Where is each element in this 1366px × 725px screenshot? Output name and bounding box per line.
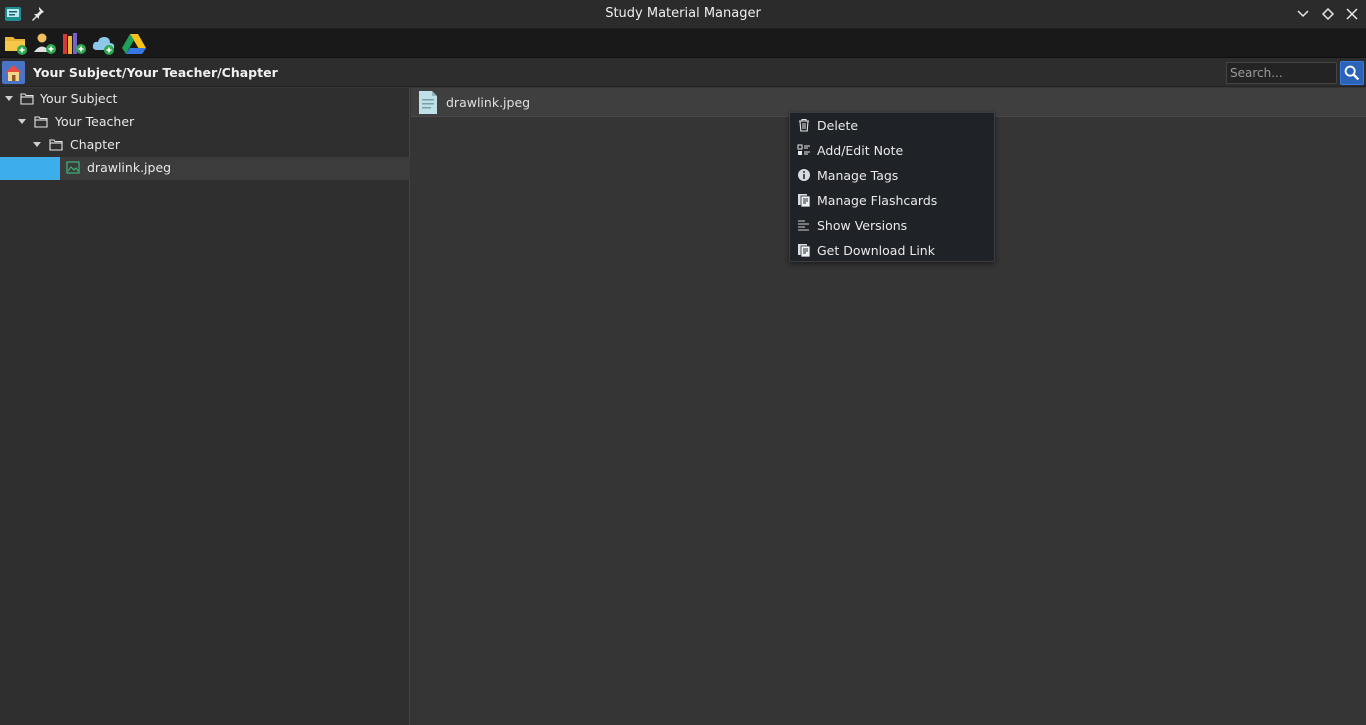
menu-item-manage-flashcards[interactable]: Manage Flashcards <box>790 188 994 213</box>
document-icon <box>419 91 437 114</box>
search-icon <box>1344 65 1360 81</box>
library-icon[interactable] <box>61 31 87 57</box>
title-bar: Study Material Manager <box>0 0 1366 29</box>
tree-item-label: drawlink.jpeg <box>87 160 172 175</box>
versions-icon <box>798 220 809 231</box>
main-toolbar <box>0 29 1366 58</box>
maximize-icon[interactable] <box>1320 6 1336 22</box>
breadcrumb: Your Subject/Your Teacher/Chapter <box>33 65 278 80</box>
tree-item-label: Your Subject <box>40 91 118 106</box>
close-icon[interactable] <box>1344 6 1360 22</box>
cloud-upload-icon[interactable] <box>91 31 117 57</box>
menu-item-delete[interactable]: Delete <box>790 113 994 138</box>
tree-item-label: Chapter <box>70 137 120 152</box>
home-button[interactable] <box>2 61 25 84</box>
tree-item-label: Your Teacher <box>55 114 135 129</box>
menu-item-manage-tags[interactable]: Manage Tags <box>790 163 994 188</box>
google-drive-icon[interactable] <box>121 31 147 57</box>
tree-item-your-subject[interactable]: Your Subject <box>0 88 410 111</box>
download-link-icon <box>798 244 811 257</box>
menu-item-label: Show Versions <box>817 218 908 233</box>
menu-item-label: Delete <box>817 118 859 133</box>
menu-item-add-edit-note[interactable]: Add/Edit Note <box>790 138 994 163</box>
context-menu: Delete Add/Edit Note Manage Tags Manage … <box>789 112 995 262</box>
search-input[interactable] <box>1226 62 1337 84</box>
expand-arrow-icon[interactable] <box>18 119 26 124</box>
expand-arrow-icon[interactable] <box>5 96 13 101</box>
image-file-icon <box>66 161 80 174</box>
menu-item-label: Manage Tags <box>817 168 899 183</box>
flashcards-icon <box>798 194 811 207</box>
add-teacher-icon[interactable] <box>32 31 58 57</box>
tree-item-chapter[interactable]: Chapter <box>0 134 410 157</box>
trash-icon <box>799 118 809 132</box>
note-icon <box>797 144 810 155</box>
path-bar: Your Subject/Your Teacher/Chapter <box>0 58 1366 87</box>
minimize-icon[interactable] <box>1295 6 1311 22</box>
folder-icon <box>34 116 48 128</box>
file-name: drawlink.jpeg <box>446 95 531 110</box>
menu-item-label: Add/Edit Note <box>817 143 904 158</box>
folder-icon <box>49 139 63 151</box>
tree-item-drawlink[interactable]: drawlink.jpeg <box>0 157 410 180</box>
menu-item-label: Manage Flashcards <box>817 193 938 208</box>
menu-item-show-versions[interactable]: Show Versions <box>790 213 994 238</box>
folder-icon <box>20 93 34 105</box>
folder-tree: Your Subject Your Teacher Chapter drawli… <box>0 88 410 725</box>
folder-add-icon[interactable] <box>3 31 29 57</box>
home-icon <box>5 65 22 81</box>
window-title: Study Material Manager <box>605 6 761 21</box>
selection-highlight <box>0 157 60 180</box>
tree-item-your-teacher[interactable]: Your Teacher <box>0 111 410 134</box>
search-button[interactable] <box>1340 61 1364 85</box>
expand-arrow-icon[interactable] <box>33 142 41 147</box>
menu-item-get-download-link[interactable]: Get Download Link <box>790 238 994 263</box>
info-icon <box>798 169 810 181</box>
menu-item-label: Get Download Link <box>817 243 935 258</box>
